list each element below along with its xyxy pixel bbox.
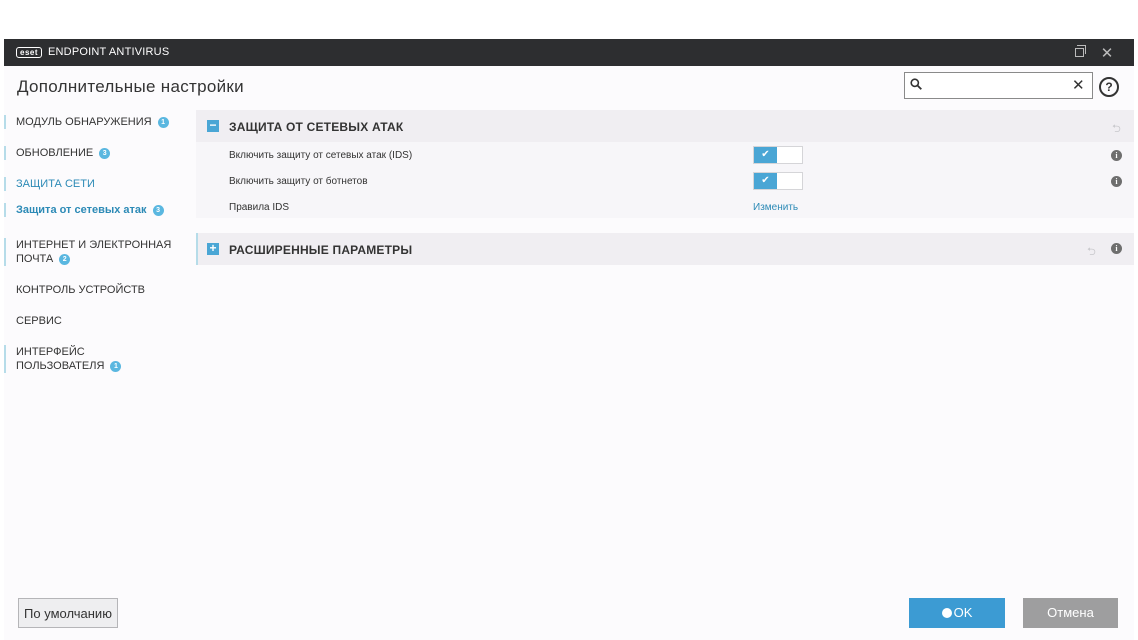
settings-rows: Включить защиту от сетевых атак (IDS) ✔ … (196, 142, 1134, 218)
notification-badge: 3 (99, 148, 111, 159)
sidebar-item-network-attack-protection[interactable]: Защита от сетевых атак 3 (4, 203, 164, 217)
sidebar-item-label: МОДУЛЬ ОБНАРУЖЕНИЯ (16, 116, 152, 128)
section-title: РАСШИРЕННЫЕ ПАРАМЕТРЫ (229, 243, 413, 257)
help-icon[interactable]: ? (1099, 77, 1119, 97)
revert-icon[interactable]: ⮌ (1087, 243, 1096, 262)
sidebar-item-update[interactable]: ОБНОВЛЕНИЕ 3 (4, 146, 111, 160)
notification-badge: 2 (59, 254, 71, 265)
notification-badge: 1 (110, 361, 122, 372)
search-input[interactable] (927, 76, 1067, 95)
setting-label: Правила IDS (229, 202, 290, 213)
default-button[interactable]: По умолчанию (18, 598, 118, 628)
close-icon[interactable]: ✕ (1096, 42, 1118, 63)
search-box[interactable]: ✕ (904, 72, 1093, 99)
info-icon[interactable]: i (1111, 176, 1122, 187)
eset-logo: eset (16, 47, 43, 58)
sidebar-item-label: СЕРВИС (16, 315, 62, 327)
collapse-icon[interactable]: − (207, 119, 219, 132)
check-icon: ✔ (754, 173, 777, 189)
expand-icon[interactable]: + (207, 242, 219, 255)
settings-window: eset ENDPOINT ANTIVIRUS ✕ Дополнительные… (4, 39, 1134, 640)
section-title: ЗАЩИТА ОТ СЕТЕВЫХ АТАК (229, 120, 404, 134)
info-icon[interactable]: i (1111, 243, 1122, 254)
sidebar-item-label: ЗАЩИТА СЕТИ (16, 178, 95, 190)
cancel-button[interactable]: Отмена (1023, 598, 1118, 628)
sidebar-item-label: Защита от сетевых атак (16, 204, 147, 216)
sidebar-item-detection[interactable]: МОДУЛЬ ОБНАРУЖЕНИЯ 1 (4, 115, 169, 129)
sidebar-item-label: ПОЛЬЗОВАТЕЛЯ (16, 360, 105, 372)
sidebar-item-tools[interactable]: СЕРВИС (4, 314, 62, 328)
sidebar-item-label: ИНТЕРНЕТ И ЭЛЕКТРОННАЯ (16, 239, 172, 251)
app-title: ENDPOINT ANTIVIRUS (48, 46, 170, 58)
sidebar-item-label: КОНТРОЛЬ УСТРОЙСТВ (16, 284, 146, 296)
ok-label: OK (953, 605, 973, 620)
clear-search-icon[interactable]: ✕ (1072, 76, 1085, 95)
restore-icon[interactable] (1068, 42, 1090, 63)
sidebar-item-network-protection[interactable]: ЗАЩИТА СЕТИ (4, 177, 95, 191)
info-icon[interactable]: i (1111, 150, 1122, 161)
section-header-network-attack-protection[interactable]: − ЗАЩИТА ОТ СЕТЕВЫХ АТАК ⮌ (196, 110, 1134, 142)
sidebar-item-device-control[interactable]: КОНТРОЛЬ УСТРОЙСТВ (4, 283, 145, 297)
botnet-toggle[interactable]: ✔ (753, 172, 803, 190)
ok-button[interactable]: OK (909, 598, 1005, 628)
check-icon: ✔ (754, 147, 777, 163)
revert-icon[interactable]: ⮌ (1112, 120, 1121, 139)
setting-label: Включить защиту от сетевых атак (IDS) (229, 150, 413, 161)
section-header-advanced-parameters[interactable]: + РАСШИРЕННЫЕ ПАРАМЕТРЫ ⮌ i (196, 233, 1134, 265)
page-title: Дополнительные настройки (17, 77, 244, 96)
search-icon (910, 78, 922, 90)
notification-badge: 1 (157, 117, 169, 128)
notification-badge: 3 (152, 205, 164, 216)
shield-icon (941, 608, 952, 618)
ids-toggle[interactable]: ✔ (753, 146, 803, 164)
sidebar-item-label: ИНТЕРФЕЙС (16, 346, 85, 358)
title-bar: eset ENDPOINT ANTIVIRUS ✕ (4, 39, 1134, 66)
edit-ids-rules-link[interactable]: Изменить (753, 202, 798, 213)
sidebar-item-user-interface[interactable]: ИНТЕРФЕЙС ПОЛЬЗОВАТЕЛЯ 1 (4, 345, 122, 373)
sidebar-item-label: ОБНОВЛЕНИЕ (16, 147, 94, 159)
sidebar-item-label: ПОЧТА (16, 253, 54, 265)
sidebar-item-web-and-email[interactable]: ИНТЕРНЕТ И ЭЛЕКТРОННАЯ ПОЧТА 2 (4, 238, 171, 266)
setting-label: Включить защиту от ботнетов (229, 176, 368, 187)
